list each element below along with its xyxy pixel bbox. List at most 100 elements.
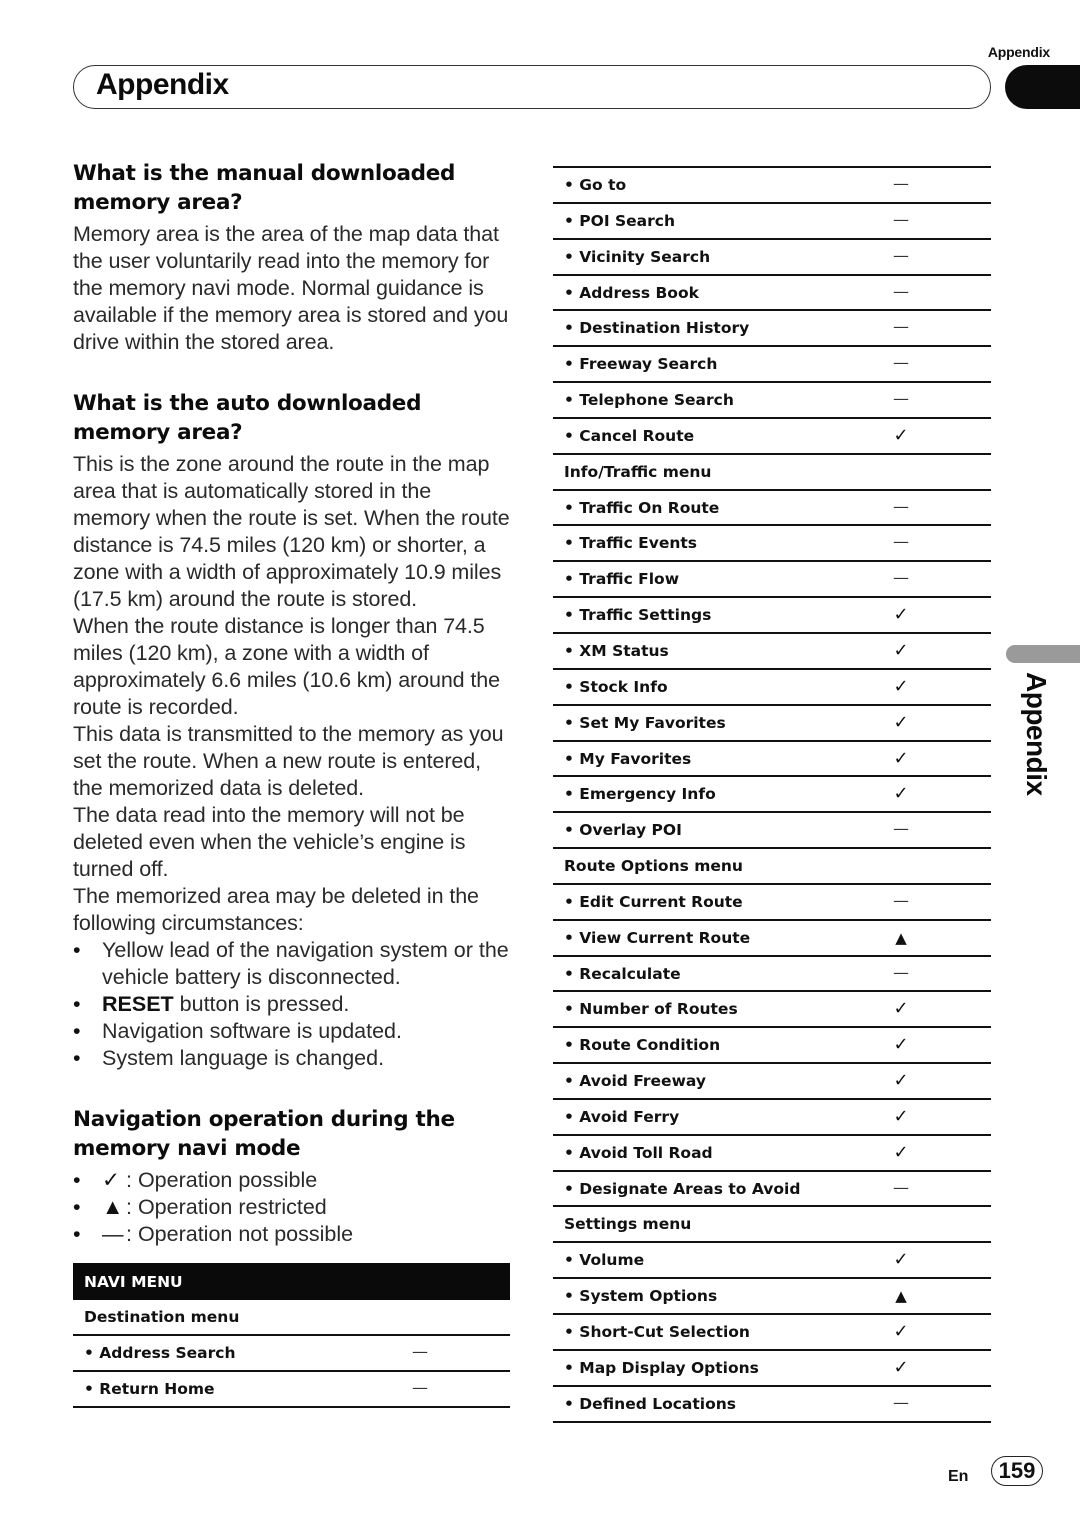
- item-label: • Route Condition: [564, 1036, 721, 1055]
- table-row: • Number of Routes ✓: [553, 992, 991, 1029]
- table-row: • Address Book —: [553, 276, 991, 312]
- item-label: • Avoid Toll Road: [564, 1143, 713, 1162]
- item-label: • Traffic Settings: [564, 606, 712, 625]
- item-label: • Avoid Freeway: [564, 1072, 706, 1091]
- dash-icon: —: [893, 962, 909, 982]
- dash-icon: —: [893, 532, 909, 552]
- navi-menu-table-right: • Go to — • POI Search — • Vicinity Search — •…: [553, 166, 991, 1423]
- table-row: • Go to —: [553, 168, 991, 204]
- check-icon: ✓: [893, 424, 909, 446]
- list-item-text: Navigation software is updated.: [102, 1019, 402, 1043]
- table-row: • Traffic On Route —: [553, 491, 991, 527]
- dash-icon: —: [102, 1222, 124, 1246]
- check-icon: ✓: [893, 675, 909, 697]
- legend-text: : Operation restricted: [126, 1195, 327, 1219]
- bullet-icon: •: [73, 992, 81, 1016]
- item-label: • Traffic Events: [564, 534, 698, 553]
- item-label: • Address Book: [564, 283, 699, 302]
- dash-icon: —: [893, 819, 909, 839]
- table-row: • XM Status ✓: [553, 634, 991, 670]
- list-item-text: button is pressed.: [173, 992, 350, 1016]
- table-row: • Defined Locations —: [553, 1387, 991, 1423]
- table-row: • Destination History —: [553, 311, 991, 348]
- bullet-icon: •: [73, 1195, 81, 1219]
- bullet-icon: •: [73, 1168, 81, 1192]
- legend-text: : Operation possible: [126, 1168, 318, 1192]
- table-row: • Map Display Options ✓: [553, 1351, 991, 1387]
- check-icon: ✓: [893, 1141, 909, 1163]
- check-icon: ✓: [893, 783, 909, 805]
- table-row: • Emergency Info ✓: [553, 777, 991, 814]
- list-item-text: System language is changed.: [102, 1046, 385, 1070]
- table-group-row: Destination menu: [73, 1300, 510, 1336]
- navi-menu-table-left: NAVI MENU Destination menu • Address Sear…: [73, 1263, 510, 1408]
- list-item: • RESET button is pressed.: [73, 991, 513, 1018]
- table-row: • Cancel Route ✓: [553, 419, 991, 455]
- table-row: • POI Search —: [553, 204, 991, 240]
- table-row: • View Current Route ▲: [553, 921, 991, 957]
- item-label: • Emergency Info: [564, 785, 716, 804]
- section-navigation-operation: Navigation operation during the memory n…: [73, 1106, 513, 1248]
- table-row: • Address Search —: [73, 1336, 510, 1372]
- bullet-icon: •: [73, 1222, 81, 1246]
- table-row: • Avoid Freeway ✓: [553, 1064, 991, 1100]
- table-row: • Avoid Ferry ✓: [553, 1100, 991, 1136]
- list-item: • System language is changed.: [73, 1045, 513, 1072]
- bullet-icon: •: [73, 1019, 81, 1043]
- deletion-circumstances-list: • Yellow lead of the navigation system or…: [73, 937, 513, 1072]
- item-label: • Address Search: [84, 1343, 236, 1362]
- item-label: • Traffic Flow: [564, 570, 680, 589]
- item-label: • Edit Current Route: [564, 892, 743, 911]
- left-column: What is the manual downloaded memory are…: [73, 160, 513, 1270]
- item-label: • Avoid Ferry: [564, 1107, 680, 1126]
- table-group-row: Settings menu: [553, 1207, 991, 1244]
- paragraph: This data is transmitted to the memory a…: [73, 722, 504, 800]
- item-label: • Cancel Route: [564, 426, 695, 445]
- section-auto-memory: What is the auto downloaded memory area?…: [73, 390, 513, 1072]
- paragraph: The data read into the memory will not b…: [73, 803, 466, 881]
- dash-icon: —: [893, 568, 909, 588]
- table-row: • Telephone Search —: [553, 383, 991, 419]
- table-row: • Traffic Settings ✓: [553, 598, 991, 634]
- legend-text: : Operation not possible: [126, 1222, 354, 1246]
- item-label: • POI Search: [564, 211, 676, 230]
- dash-icon: —: [893, 1177, 909, 1197]
- dash-icon: —: [893, 496, 909, 516]
- group-label: Route Options menu: [564, 857, 743, 876]
- legend-item: • ▲: Operation restricted: [73, 1194, 513, 1221]
- dash-icon: —: [893, 174, 909, 193]
- item-label: • System Options: [564, 1287, 718, 1306]
- table-row: • Traffic Events —: [553, 526, 991, 563]
- side-tab-marker: [1006, 645, 1080, 663]
- item-label: • Stock Info: [564, 677, 668, 696]
- bullet-icon: •: [73, 938, 81, 962]
- section-heading: Navigation operation during the memory n…: [73, 1107, 455, 1161]
- table-row: • Volume ✓: [553, 1243, 991, 1280]
- section-heading: What is the manual downloaded memory are…: [73, 161, 456, 215]
- item-label: • XM Status: [564, 641, 669, 660]
- item-label: • Return Home: [84, 1379, 215, 1398]
- legend-item: • ✓: Operation possible: [73, 1167, 513, 1194]
- group-label: Info/Traffic menu: [564, 462, 712, 481]
- table-row: • Route Condition ✓: [553, 1028, 991, 1065]
- table-row: • Edit Current Route —: [553, 885, 991, 921]
- table-group-row: Route Options menu: [553, 849, 991, 885]
- check-icon: ✓: [893, 1105, 909, 1127]
- table-row: • Avoid Toll Road ✓: [553, 1136, 991, 1172]
- dash-icon: —: [893, 209, 909, 229]
- check-icon: ✓: [893, 639, 909, 661]
- check-icon: ✓: [893, 998, 909, 1020]
- item-label: • My Favorites: [564, 749, 692, 768]
- item-label: • Vicinity Search: [564, 247, 711, 266]
- table-row: • Freeway Search —: [553, 347, 991, 384]
- item-label: • Overlay POI: [564, 821, 682, 840]
- item-label: • Set My Favorites: [564, 713, 726, 732]
- item-label: • Recalculate: [564, 964, 681, 983]
- table-body: Destination menu • Address Search — • Retur…: [73, 1300, 510, 1408]
- bullet-icon: •: [73, 1046, 81, 1070]
- table-group-row: Info/Traffic menu: [553, 455, 991, 491]
- paragraph: When the route distance is longer than 7…: [73, 614, 500, 719]
- list-item-text: Yellow lead of the navigation system or …: [102, 938, 509, 989]
- dash-icon: —: [412, 1341, 428, 1361]
- item-label: • Number of Routes: [564, 1000, 738, 1019]
